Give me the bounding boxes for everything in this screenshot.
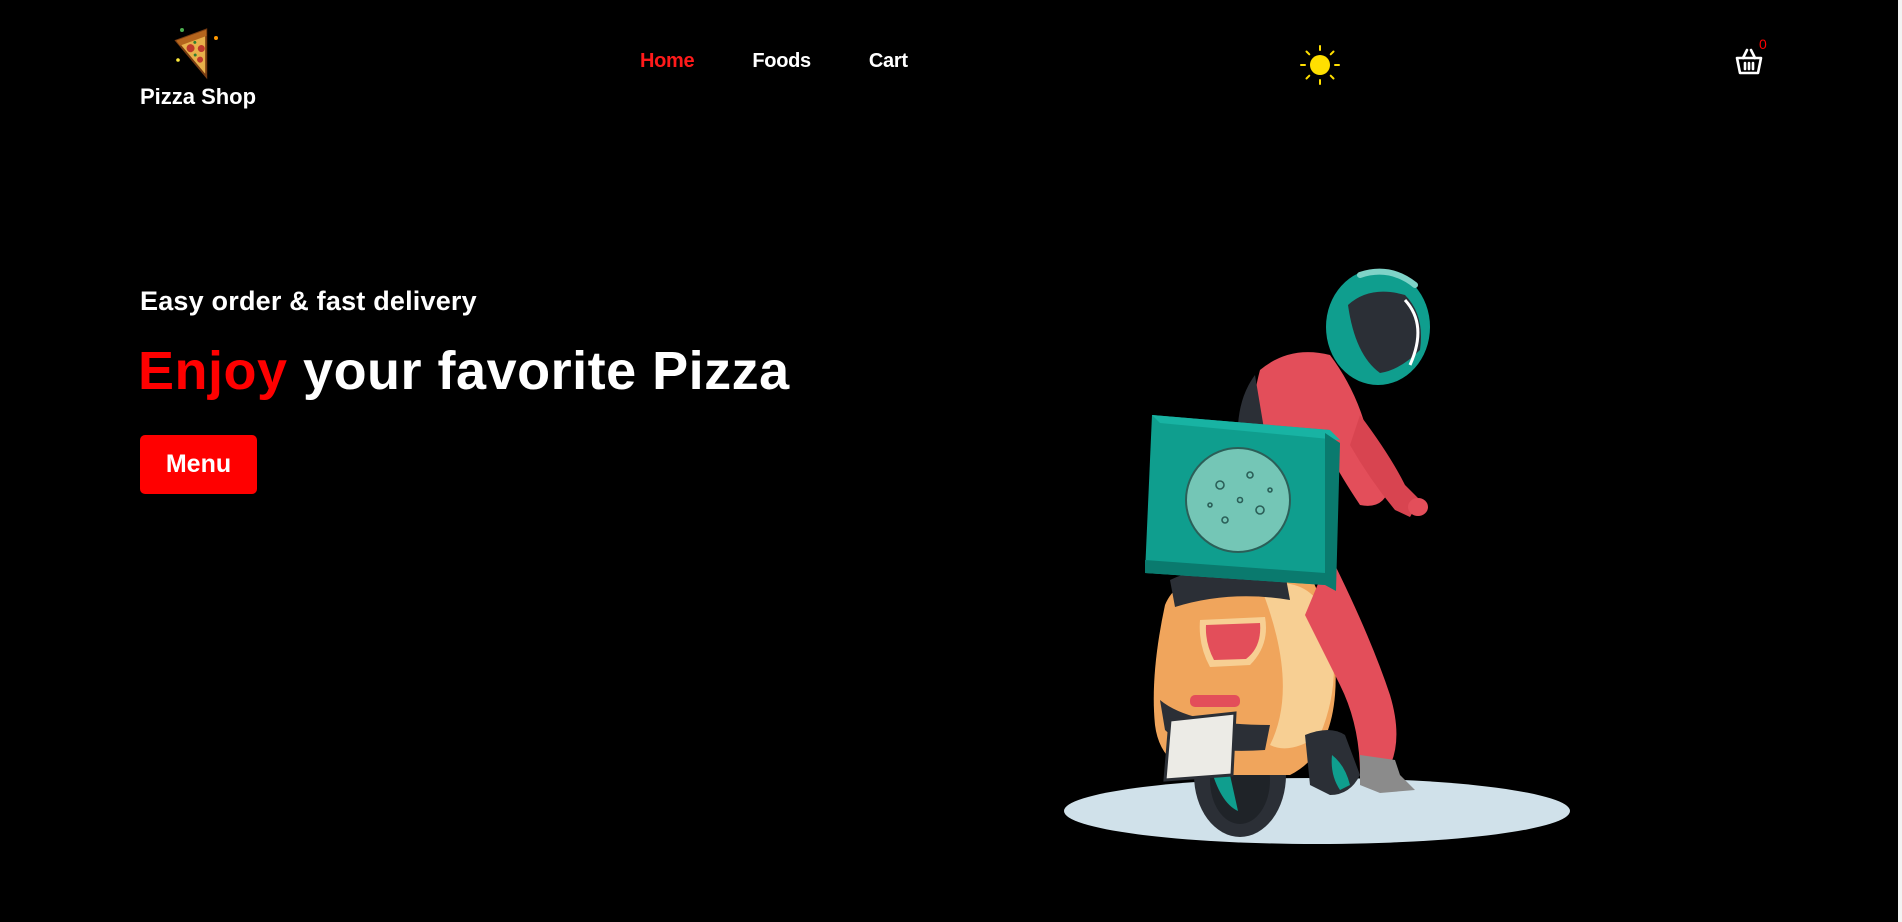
headline-accent: Enjoy [138,341,288,401]
pizza-slice-logo-icon [174,28,218,80]
menu-button[interactable]: Menu [140,435,257,494]
headline-rest: your favorite Pizza [287,341,790,401]
brand-name: Pizza Shop [139,84,257,109]
hero-headline: Enjoy your favorite Pizza [138,340,790,402]
nav-item-cart[interactable]: Cart [869,50,908,73]
scrollbar-edge [1898,0,1902,922]
nav-item-home[interactable]: Home [640,50,695,73]
delivery-rider-illustration [1064,268,1570,844]
main-nav: Home Foods Cart [640,50,966,73]
hero-tagline: Easy order & fast delivery [140,286,477,316]
brand[interactable]: Pizza Shop [138,20,258,110]
cart-count-badge: 0 [1759,36,1767,52]
nav-item-foods[interactable]: Foods [752,50,811,73]
sun-icon[interactable] [1298,43,1342,87]
page: Pizza Shop Home Foods Cart 0 Easy order … [0,0,1902,922]
